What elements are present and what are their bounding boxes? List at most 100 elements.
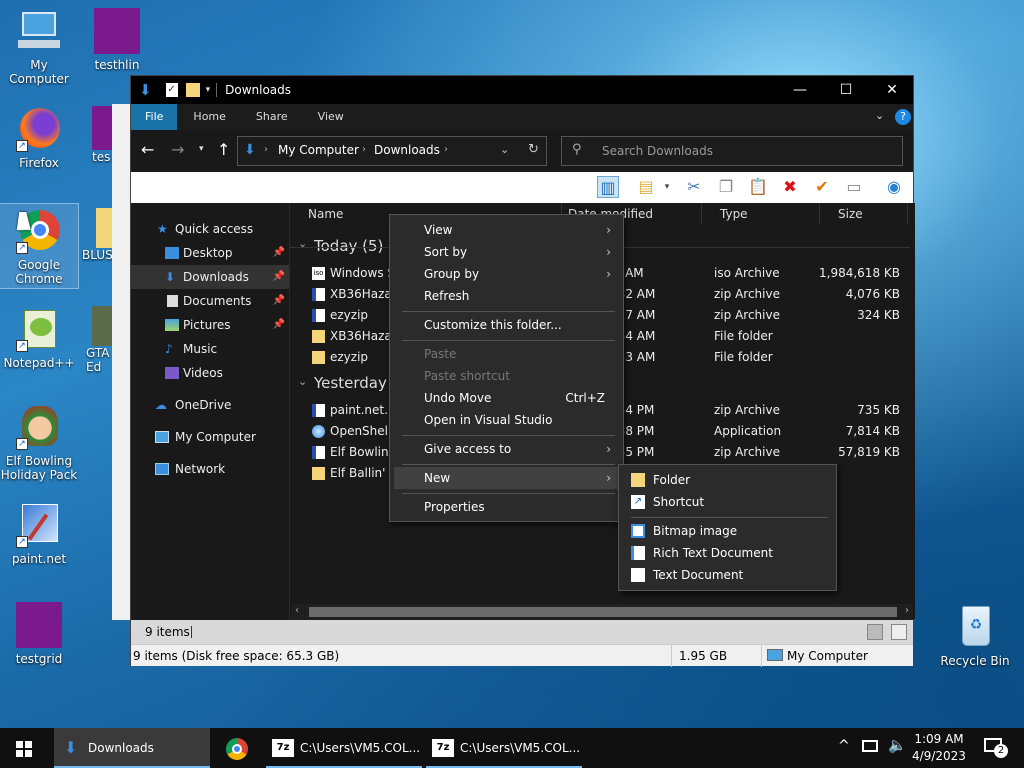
nav-onedrive[interactable]: ☁ OneDrive [131,393,289,417]
menu-item-new-folder[interactable]: Folder [623,469,832,491]
status-location: My Computer [787,649,868,663]
tab-view[interactable]: View [304,104,358,130]
rename-check-icon[interactable]: ✔ [811,176,833,198]
submenu-arrow-icon: › [606,471,611,485]
desktop-icon-blus-partial[interactable]: BLUS [82,208,113,274]
7zip-icon: 7z [432,739,454,757]
desktop-icon-my-computer[interactable]: My Computer [0,8,78,86]
address-bar[interactable]: ⬇ › My Computer › Downloads › ⌄ ↻ [237,136,547,166]
folder-icon [312,351,325,364]
nav-documents[interactable]: Documents 📌 [131,289,289,313]
desktop-icon-label: Notepad++ [3,356,75,370]
tab-share[interactable]: Share [242,104,302,130]
notification-button[interactable]: 2 [980,736,1008,760]
back-arrow-icon[interactable]: ← [141,140,154,159]
horizontal-scrollbar[interactable]: ‹ › [291,604,913,620]
menu-item-open-vs[interactable]: Open in Visual Studio [394,409,619,431]
refresh-icon[interactable]: ↻ [528,142,539,157]
breadcrumb-downloads[interactable]: Downloads [374,143,440,157]
desktop-icon-paintnet[interactable]: ↗ paint.net [0,502,78,566]
menu-item-new-rtf[interactable]: Rich Text Document [623,542,832,564]
large-icons-view-icon[interactable] [891,624,907,640]
column-header-size[interactable]: Size [820,203,908,225]
scroll-left-icon[interactable]: ‹ [295,605,299,616]
desktop-icon-recycle-bin[interactable]: ♻ Recycle Bin [936,604,1014,668]
paste-icon[interactable]: 📋 [747,176,769,198]
submenu-arrow-icon: › [606,267,611,281]
nav-downloads[interactable]: ⬇ Downloads 📌 [131,265,289,289]
chevron-down-icon[interactable]: ⌄ [298,237,307,250]
cut-icon[interactable]: ✂ [683,176,705,198]
folder-icon [631,473,645,487]
dropdown-icon[interactable]: ▾ [661,176,673,198]
properties-check-icon[interactable]: ✓ [165,83,178,97]
taskbar-7zip-2[interactable]: 7z C:\Users\VM5.COL... [426,728,582,768]
view-options-icon[interactable]: ◉ [883,176,905,198]
desktop-icon-testhlin[interactable]: testhlin [78,8,156,72]
preview-pane-icon[interactable]: ▥ [597,176,619,198]
tab-home[interactable]: Home [179,104,239,130]
forward-arrow-icon[interactable]: → [171,140,184,159]
menu-item-sort-by[interactable]: Sort by › [394,241,619,263]
desktop-icon-chrome[interactable]: ↗ Google Chrome [0,203,79,289]
tab-file[interactable]: File [131,104,178,130]
menu-item-give-access[interactable]: Give access to › [394,438,619,460]
menu-item-properties[interactable]: Properties [394,496,619,518]
search-input[interactable]: ⚲ Search Downloads [561,136,903,166]
taskbar-downloads[interactable]: ⬇ Downloads [54,728,210,768]
close-button[interactable]: ✕ [869,76,915,104]
breadcrumb-my-computer[interactable]: My Computer [278,143,359,157]
menu-item-undo-move[interactable]: Undo Move Ctrl+Z [394,387,619,409]
title-bar[interactable]: ⬇ ✓ ▾ Downloads — ☐ ✕ [131,76,913,104]
shortcut-arrow-icon: ↗ [16,340,28,352]
taskbar-chrome[interactable] [214,728,262,768]
details-view-icon[interactable] [867,624,883,640]
desktop-icon-notepadpp[interactable]: ↗ Notepad++ [0,306,78,370]
new-folder-icon[interactable]: ▤ [635,176,657,198]
menu-item-group-by[interactable]: Group by › [394,263,619,285]
desktop-icon-tes-partial[interactable]: tes [92,106,112,172]
menu-item-new-bitmap[interactable]: Bitmap image [623,520,832,542]
qat-dropdown-icon[interactable]: ▾ [206,85,211,95]
nav-music[interactable]: ♪ Music [131,337,289,361]
copy-icon[interactable]: ❐ [715,176,737,198]
volume-icon[interactable]: 🔈 [888,736,907,754]
delete-icon[interactable]: ✖ [779,176,801,198]
zip-file-icon [312,404,325,417]
menu-item-view[interactable]: View › [394,219,619,241]
minimize-button[interactable]: — [777,76,823,104]
menu-item-customize[interactable]: Customize this folder... [394,314,619,336]
new-folder-icon[interactable] [185,83,200,97]
desktop-icon-elf-bowling[interactable]: ↗ Elf Bowling Holiday Pack [0,404,78,482]
chevron-up-icon[interactable]: ^ [838,738,850,754]
maximize-button[interactable]: ☐ [823,76,869,104]
nav-pictures[interactable]: Pictures 📌 [131,313,289,337]
start-button[interactable] [0,728,48,768]
nav-quick-access[interactable]: ★ Quick access [131,217,289,241]
nav-my-computer[interactable]: My Computer [131,425,289,449]
desktop-icon-gta-partial[interactable]: GTA Ed [86,306,112,386]
scrollbar-thumb[interactable] [309,607,897,617]
nav-desktop[interactable]: Desktop 📌 [131,241,289,265]
group-header-today[interactable]: Today (5) [314,237,383,255]
desktop-icon-testgrid[interactable]: testgrid [0,602,78,666]
help-icon[interactable]: ? [895,109,911,125]
up-arrow-icon[interactable]: ↑ [217,140,230,159]
address-history-icon[interactable]: ⌄ [500,143,509,156]
properties-icon[interactable]: ▭ [843,176,865,198]
taskbar-7zip-1[interactable]: 7z C:\Users\VM5.COL... [266,728,422,768]
menu-item-new-shortcut[interactable]: ↗ Shortcut [623,491,832,513]
menu-item-new-text[interactable]: Text Document [623,564,832,586]
scroll-right-icon[interactable]: › [905,605,909,616]
chevron-down-icon[interactable]: ⌄ [298,375,307,388]
network-tray-icon[interactable] [862,740,878,752]
menu-item-refresh[interactable]: Refresh [394,285,619,307]
menu-item-new[interactable]: New › [394,467,619,489]
chevron-down-icon[interactable]: ⌄ [875,109,884,122]
column-header-type[interactable]: Type [702,203,820,225]
recent-dropdown-icon[interactable]: ▾ [199,144,204,154]
nav-videos[interactable]: Videos [131,361,289,385]
nav-network[interactable]: Network [131,457,289,481]
desktop-icon-firefox[interactable]: ↗ Firefox [0,106,78,170]
clock[interactable]: 1:09 AM 4/9/2023 [910,731,968,765]
